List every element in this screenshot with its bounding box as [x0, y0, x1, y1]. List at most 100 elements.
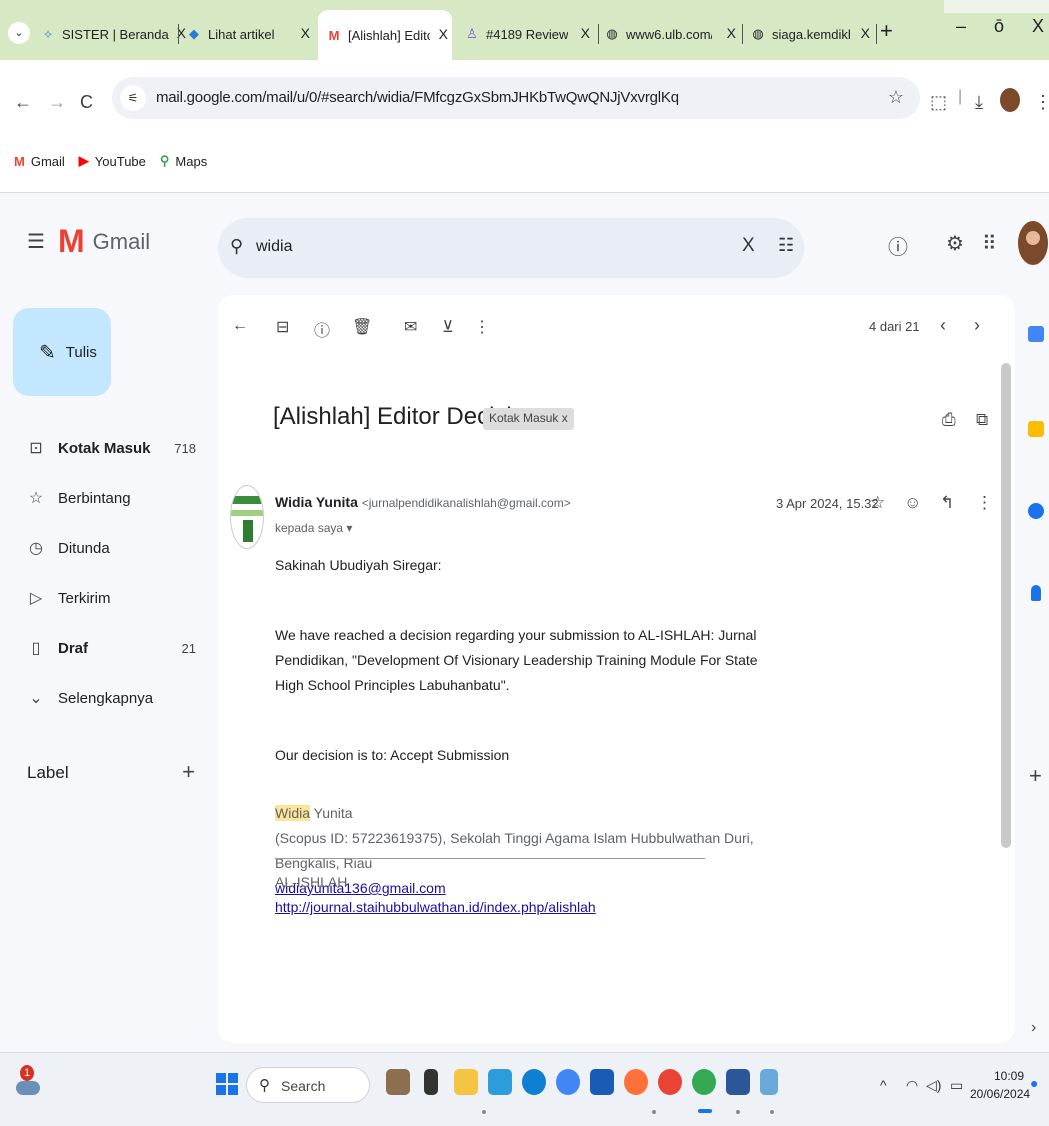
newer-chevron-icon[interactable]: ‹: [940, 315, 946, 336]
bookmark-star-icon[interactable]: ☆: [888, 87, 904, 108]
tab-close-button[interactable]: X: [439, 26, 448, 42]
url-text[interactable]: mail.google.com/mail/u/0/#search/widia/F…: [156, 89, 679, 106]
move-to-icon[interactable]: ⊻: [442, 317, 454, 337]
restore-button[interactable]: ō: [994, 16, 1004, 37]
search-options-icon[interactable]: ☷: [778, 235, 794, 256]
search-input[interactable]: widia: [256, 238, 292, 256]
tab-close-button[interactable]: X: [581, 25, 590, 41]
clear-search-icon[interactable]: X: [742, 235, 755, 257]
battery-icon[interactable]: ▭: [950, 1077, 963, 1094]
bookmark-gmail[interactable]: M Gmail: [14, 154, 65, 169]
emoji-reaction-icon[interactable]: ☺: [904, 493, 921, 513]
reload-icon[interactable]: C: [80, 92, 93, 113]
bookmark-maps[interactable]: ⚲ Maps: [160, 153, 207, 169]
tab-close-button[interactable]: X: [301, 25, 310, 41]
compose-button[interactable]: ✎ Tulis: [13, 308, 111, 396]
tab-alishlah-editor[interactable]: M [Alishlah] Editor De X: [318, 10, 452, 60]
word-icon[interactable]: [726, 1069, 750, 1095]
search-icon[interactable]: ⚲: [230, 236, 243, 257]
sidebar-item-starred[interactable]: ☆ Berbintang: [0, 473, 210, 523]
tab-search-dropdown-button[interactable]: ⌄: [8, 22, 30, 44]
settings-gear-icon[interactable]: ⚙: [946, 231, 964, 256]
download-icon[interactable]: ⤓: [975, 92, 983, 113]
tab-review[interactable]: ♙ #4189 Review X: [464, 20, 594, 48]
show-hidden-icons-icon[interactable]: ^: [880, 1077, 887, 1093]
tab-ulb[interactable]: ◍ www6.ulb.com/lan X: [604, 20, 740, 48]
clock-icon: ◷: [29, 540, 43, 557]
sidebar-item-drafts[interactable]: ▯ Draf 21: [0, 623, 210, 673]
sidebar-item-sent[interactable]: ▷ Terkirim: [0, 573, 210, 623]
older-chevron-icon[interactable]: ›: [974, 315, 980, 336]
label-chip-inbox[interactable]: Kotak Masuk x: [483, 408, 574, 430]
sender-name[interactable]: Widia Yunita: [275, 494, 358, 510]
address-bar[interactable]: ⚟ mail.google.com/mail/u/0/#search/widia…: [112, 77, 920, 119]
mark-unread-icon[interactable]: ✉: [404, 317, 417, 337]
start-button[interactable]: [216, 1073, 238, 1095]
star-icon[interactable]: ☆: [870, 493, 885, 513]
delete-icon[interactable]: 🗑: [352, 317, 372, 337]
app-store-icon[interactable]: [488, 1069, 512, 1095]
message-more-icon[interactable]: ⋮: [976, 493, 993, 513]
draft-icon: ▯: [31, 640, 41, 657]
keep-icon[interactable]: [1028, 421, 1044, 437]
calendar-icon[interactable]: [1028, 326, 1044, 342]
extensions-icon[interactable]: ⬚: [930, 92, 947, 113]
tab-lihat-artikel[interactable]: ◆ Lihat artikel X: [186, 20, 314, 48]
volume-icon[interactable]: ◁): [926, 1077, 941, 1094]
system-clock[interactable]: 10:09 20/06/2024: [970, 1067, 1030, 1103]
recipient-details[interactable]: kepada saya ▾: [275, 521, 352, 535]
bookmark-youtube[interactable]: ▶ YouTube: [79, 153, 146, 169]
tab-close-button[interactable]: X: [861, 25, 870, 41]
get-addons-icon[interactable]: +: [1029, 763, 1042, 789]
chrome-icon[interactable]: [692, 1069, 716, 1095]
tab-sister[interactable]: ⟡ SISTER | Beranda X: [40, 20, 190, 48]
app-task-view-icon[interactable]: [424, 1069, 438, 1095]
close-window-button[interactable]: X: [1032, 16, 1044, 37]
sidebar-item-inbox[interactable]: ⊡ Kotak Masuk 718: [0, 423, 210, 473]
site-info-icon[interactable]: ⚟: [120, 85, 146, 111]
more-options-icon[interactable]: ⋮: [474, 317, 490, 337]
network-app-icon[interactable]: [760, 1069, 778, 1095]
add-label-button[interactable]: +: [182, 759, 195, 785]
notification-bell-icon[interactable]: ●: [1030, 1075, 1038, 1091]
chrome-menu-icon[interactable]: ⋮: [1034, 92, 1049, 113]
archive-icon[interactable]: ⊟: [276, 317, 289, 337]
taskbar-search[interactable]: ⚲ Search: [246, 1067, 370, 1103]
reply-icon[interactable]: ↰: [940, 493, 954, 513]
opera-icon[interactable]: [658, 1069, 682, 1095]
sidebar-item-snoozed[interactable]: ◷ Ditunda: [0, 523, 210, 573]
message-scrollbar[interactable]: [1001, 363, 1011, 848]
sender-avatar[interactable]: [230, 485, 264, 549]
open-new-window-icon[interactable]: ⧉: [976, 410, 988, 430]
main-menu-icon[interactable]: ☰: [27, 229, 45, 254]
apps-grid-icon[interactable]: ⠿: [982, 231, 997, 256]
wifi-icon[interactable]: ◠: [906, 1077, 918, 1094]
profile-avatar[interactable]: [1000, 88, 1020, 112]
minimize-button[interactable]: –: [956, 16, 966, 37]
file-explorer-icon[interactable]: [454, 1069, 478, 1095]
chrome-canary-icon[interactable]: [556, 1069, 580, 1095]
gmail-logo[interactable]: M Gmail: [58, 223, 150, 260]
tasks-icon[interactable]: [1028, 503, 1044, 519]
back-icon[interactable]: ←: [14, 92, 32, 113]
sender-email: <jurnalpendidikanalishlah@gmail.com>: [361, 496, 571, 510]
tab-siaga[interactable]: ◍ siaga.kemdikbud.g X: [750, 20, 874, 48]
edge-icon[interactable]: [522, 1069, 546, 1095]
new-tab-button[interactable]: +: [880, 18, 893, 44]
report-spam-icon[interactable]: ⓘ: [314, 317, 330, 341]
search-bar[interactable]: ⚲ widia X ☷: [218, 218, 804, 278]
weather-widget[interactable]: 1: [16, 1065, 40, 1099]
help-icon[interactable]: ⓘ: [888, 231, 908, 260]
tab-close-button[interactable]: X: [727, 25, 736, 41]
app-chess-icon[interactable]: [386, 1069, 410, 1095]
firefox-icon[interactable]: [624, 1069, 648, 1095]
contacts-icon[interactable]: [1031, 585, 1041, 601]
forward-icon[interactable]: →: [48, 92, 66, 113]
print-icon[interactable]: ⎙: [942, 410, 956, 430]
journal-link[interactable]: http://journal.staihubbulwathan.id/index…: [275, 895, 596, 920]
back-to-list-icon[interactable]: ←: [232, 317, 248, 335]
account-avatar[interactable]: [1018, 221, 1048, 265]
show-side-panel-icon[interactable]: ›: [1031, 1019, 1036, 1037]
sidebar-item-more[interactable]: ⌄ Selengkapnya: [0, 673, 210, 723]
calculator-icon[interactable]: [590, 1069, 614, 1095]
